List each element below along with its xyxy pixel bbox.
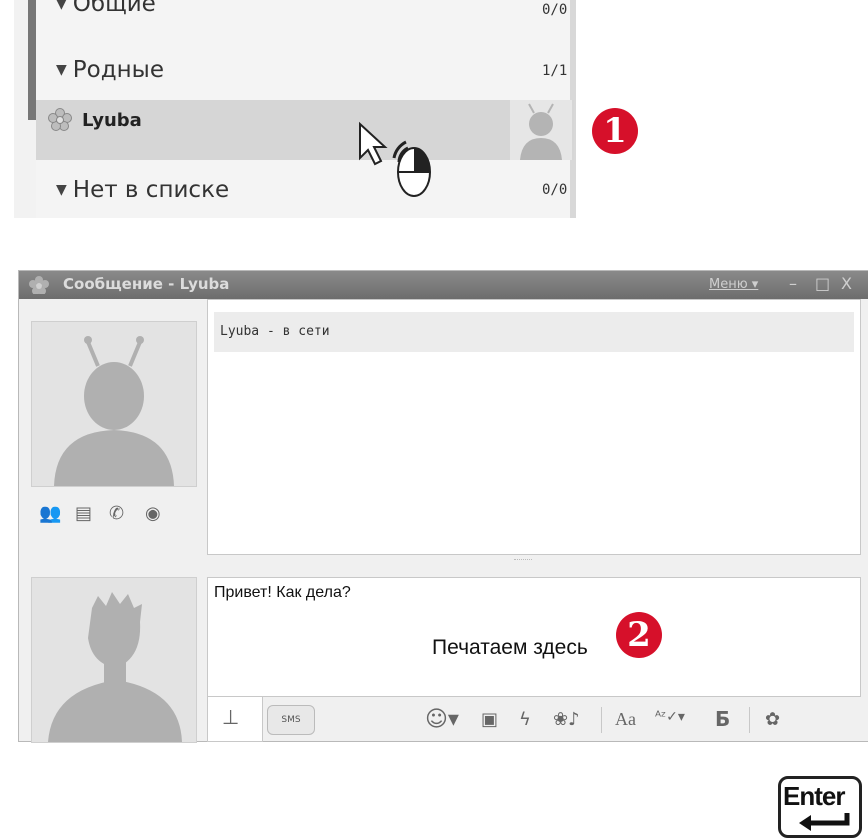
contact-info-icon[interactable]: 👥 (39, 503, 61, 524)
history-icon[interactable]: ▤ (75, 503, 92, 524)
window-title: Сообщение - Lyuba (63, 275, 230, 293)
nudge-icon[interactable]: ϟ (519, 709, 531, 730)
games-icon[interactable]: ✿ (765, 709, 780, 730)
group-count: 1/1 (542, 63, 568, 79)
smiley-icon[interactable]: ☺▾ (425, 707, 459, 732)
group-label: Нет в списке (72, 177, 230, 203)
step-1-badge: 1 (592, 108, 638, 154)
step-2-badge: 2 (616, 612, 662, 658)
group-not-in-list[interactable]: ▼ Нет в списке (56, 172, 229, 208)
call-icon[interactable]: ✆ (109, 503, 124, 524)
contact-row-lyuba[interactable]: Lyuba (36, 100, 574, 160)
own-avatar (31, 577, 197, 743)
group-label: Родные (72, 57, 164, 83)
collapse-arrow-icon: ▼ (56, 182, 67, 198)
font-icon[interactable]: Aa (615, 709, 636, 730)
group-count: 0/0 (542, 2, 568, 18)
chat-tab-icon: ⊥ (222, 705, 240, 729)
group-count: 0/0 (542, 182, 568, 198)
flower-icon (29, 276, 49, 294)
splitter-handle[interactable] (514, 559, 532, 563)
callout-type-here: Печатаем здесь (432, 636, 588, 659)
bold-icon[interactable]: Ƃ (715, 707, 730, 731)
mouse-double-click-illustration (359, 121, 431, 197)
group-general[interactable]: ▼ Общие (56, 0, 156, 22)
enter-key-illustration: Enter (778, 776, 862, 838)
close-button[interactable]: X (841, 274, 852, 293)
chat-history[interactable]: Lyuba - в сети (207, 299, 861, 555)
menu-button[interactable]: Мeню ▾ (709, 277, 758, 292)
window-titlebar[interactable]: Сообщение - Lyuba Мeню ▾ – □ X (19, 271, 868, 299)
tab-chat[interactable]: ⊥ (207, 697, 263, 742)
toolbar-divider (601, 707, 602, 733)
maximize-button[interactable]: □ (815, 274, 830, 293)
contact-list-panel: ▼ Общие 0/0 ▼ Родные 1/1 Lyuba ▼ Нет в с… (14, 0, 576, 218)
enter-key-label: Enter (783, 781, 845, 811)
return-arrow-icon (799, 813, 850, 831)
contact-avatar (510, 100, 572, 160)
collapse-arrow-icon: ▼ (56, 62, 67, 78)
contact-name: Lyuba (82, 110, 142, 131)
input-text: Привет! Как дела? (214, 584, 351, 601)
list-left-border (28, 0, 36, 120)
sms-tab-label: SMS (281, 715, 301, 725)
send-file-icon[interactable]: ▣ (481, 709, 498, 730)
toolbar-divider (749, 707, 750, 733)
message-window: Сообщение - Lyuba Мeню ▾ – □ X 👥 ▤ ✆ ◉ L… (18, 270, 868, 743)
minimize-button[interactable]: – (789, 274, 797, 293)
contact-avatar-large (31, 321, 197, 487)
collapse-arrow-icon: ▼ (56, 0, 67, 12)
webcam-icon[interactable]: ◉ (145, 503, 161, 524)
status-message: Lyuba - в сети (214, 312, 854, 352)
tab-sms[interactable]: SMS (267, 705, 315, 735)
group-family[interactable]: ▼ Родные (56, 52, 164, 88)
status-text: Lyuba - в сети (220, 324, 330, 339)
online-status-flower-icon (48, 108, 72, 131)
greeting-card-icon[interactable]: ❀♪ (553, 709, 580, 730)
group-label: Общие (72, 0, 156, 17)
spellcheck-icon[interactable]: ᴬᶻ✓▾ (655, 709, 685, 725)
